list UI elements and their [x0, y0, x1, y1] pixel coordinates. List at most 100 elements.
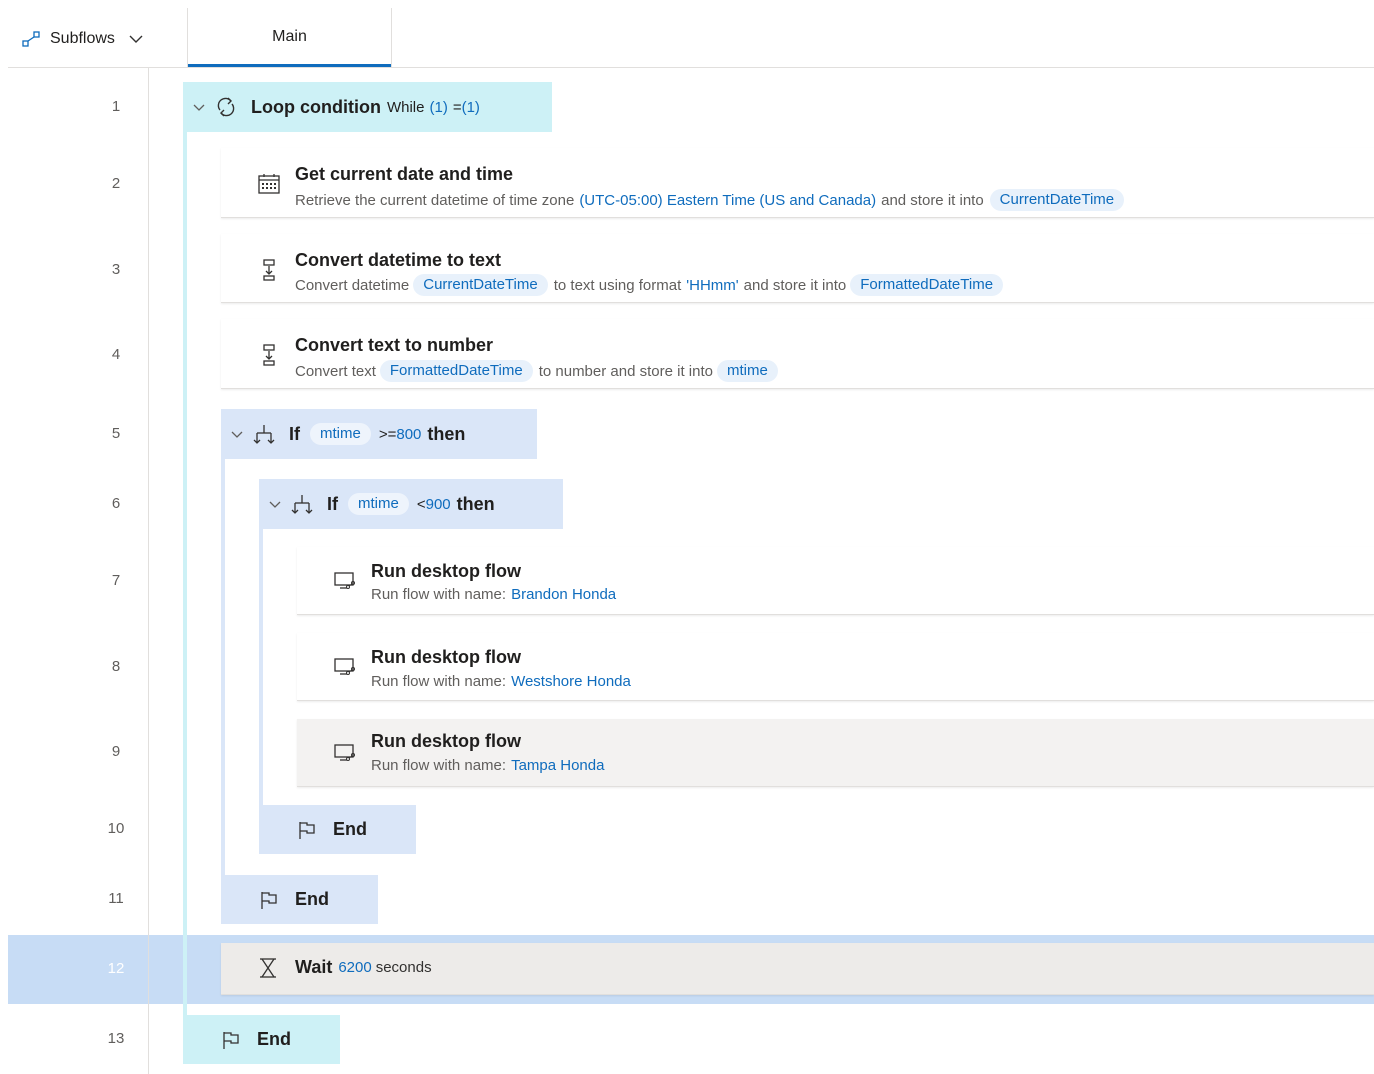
if-scope-bar [259, 528, 263, 806]
convert-icon [263, 259, 275, 281]
if-word: If [327, 493, 338, 514]
line-number: 13 [107, 1030, 125, 1047]
action-title: Convert datetime to text [295, 250, 502, 270]
tab-bar-border [8, 67, 1374, 68]
variable-pill[interactable]: mtime [348, 493, 409, 515]
condition-icon [291, 495, 313, 514]
wait-action[interactable]: Wait 6200 seconds [221, 943, 1374, 995]
action-desc: Convert text [295, 362, 376, 380]
subflows-label: Subflows [50, 30, 115, 47]
tab-bar: Subflows Main [0, 0, 1374, 68]
loop-lhs: (1) [429, 98, 448, 116]
tab-main-label: Main [272, 28, 307, 45]
if-value: 800 [396, 425, 422, 443]
run-desktop-flow-action[interactable]: Run desktop flow Run flow with name: Wes… [297, 633, 1374, 701]
wait-word: Wait [295, 957, 333, 977]
chevron-down-icon[interactable] [269, 498, 281, 510]
run-desktop-flow-action[interactable]: Run desktop flow Run flow with name: Tam… [297, 719, 1374, 787]
flow-name: Brandon Honda [511, 586, 617, 603]
action-desc: Retrieve the current datetime of time zo… [295, 191, 575, 209]
convert-icon [263, 344, 275, 366]
action-title: Get current date and time [295, 164, 514, 184]
line-number: 9 [111, 743, 121, 760]
if-operator: >= [378, 425, 397, 443]
variable-pill[interactable]: FormattedDateTime [850, 274, 1004, 296]
action-desc: Run flow with name: [371, 757, 507, 774]
tab-main[interactable]: Main [188, 8, 391, 66]
variable-pill[interactable]: CurrentDateTime [989, 189, 1125, 211]
subflows-icon [22, 31, 40, 47]
if-value: 900 [425, 495, 451, 513]
loop-scope-bar [183, 130, 187, 1017]
then-word: then [427, 423, 466, 444]
action-desc: Run flow with name: [371, 673, 507, 690]
action-desc: and store it into [881, 191, 984, 209]
end-label: End [333, 819, 367, 839]
action-title: Convert text to number [295, 335, 494, 355]
wait-unit: seconds [375, 959, 432, 976]
chevron-down-icon[interactable] [231, 428, 243, 440]
convert-datetime-to-text-action[interactable]: Convert datetime to text Convert datetim… [221, 234, 1374, 303]
variable-pill[interactable]: mtime [716, 360, 778, 382]
hourglass-icon [260, 958, 276, 978]
subflows-dropdown[interactable]: Subflows [22, 26, 143, 52]
gutter-divider [148, 68, 149, 1074]
chevron-down-icon [129, 35, 143, 43]
loop-operator: = [452, 98, 462, 116]
action-desc: and store it into [743, 276, 847, 294]
if-word: If [289, 423, 300, 444]
end-label: End [295, 889, 329, 909]
loop-icon [217, 97, 235, 117]
end-block[interactable]: End [183, 1015, 340, 1064]
end-block[interactable]: End [221, 875, 378, 924]
flag-icon [261, 891, 277, 909]
if-scope-bar [221, 458, 225, 876]
if-action[interactable]: If mtime < 900 then [259, 479, 563, 529]
line-number: 2 [111, 175, 121, 192]
action-title: Run desktop flow [371, 561, 521, 581]
if-action[interactable]: If mtime >= 800 then [221, 409, 537, 459]
timezone-value: (UTC-05:00) Eastern Time (US and Canada) [579, 191, 877, 209]
end-block[interactable]: End [259, 805, 416, 854]
flow-name: Westshore Honda [511, 673, 631, 690]
action-title: Run desktop flow [371, 731, 521, 751]
format-value: 'HHmm' [686, 276, 739, 294]
loop-condition-action[interactable]: Loop condition While (1) = (1) [183, 82, 552, 132]
variable-pill[interactable]: CurrentDateTime [413, 274, 548, 296]
line-number: 1 [111, 98, 121, 115]
line-number: 12 [107, 960, 125, 977]
get-current-datetime-action[interactable]: Get current date and time Retrieve the c… [221, 148, 1374, 218]
convert-text-to-number-action[interactable]: Convert text to number Convert text Form… [221, 319, 1374, 389]
desktop-flow-icon [334, 744, 355, 761]
desktop-flow-icon [334, 572, 355, 589]
chevron-down-icon[interactable] [193, 101, 205, 113]
then-word: then [456, 493, 495, 514]
tab-divider [391, 8, 392, 68]
line-number: 8 [111, 658, 121, 675]
line-number: 3 [111, 261, 121, 278]
flag-icon [299, 821, 315, 839]
variable-pill[interactable]: mtime [310, 423, 371, 445]
action-desc: Convert datetime [295, 276, 410, 294]
loop-rhs: (1) [461, 98, 480, 116]
flow-name: Tampa Honda [511, 757, 605, 774]
loop-title: Loop condition [251, 96, 381, 117]
loop-while-word: While [386, 98, 425, 116]
if-operator: < [416, 495, 426, 513]
action-desc: to number and store it into [538, 362, 713, 380]
flag-icon [223, 1031, 239, 1049]
variable-pill[interactable]: FormattedDateTime [379, 360, 533, 382]
run-desktop-flow-action[interactable]: Run desktop flow Run flow with name: Bra… [297, 547, 1374, 615]
action-title: Run desktop flow [371, 647, 521, 667]
desktop-flow-icon [334, 658, 355, 675]
wait-value: 6200 [338, 959, 372, 976]
line-number: 6 [111, 495, 121, 512]
line-number: 11 [108, 890, 124, 907]
action-desc: to text using format [553, 276, 682, 294]
calendar-icon [258, 174, 280, 194]
line-number: 10 [107, 820, 125, 837]
end-label: End [257, 1029, 291, 1049]
action-desc: Run flow with name: [371, 586, 507, 603]
line-number: 4 [111, 346, 121, 363]
condition-icon [253, 425, 275, 444]
